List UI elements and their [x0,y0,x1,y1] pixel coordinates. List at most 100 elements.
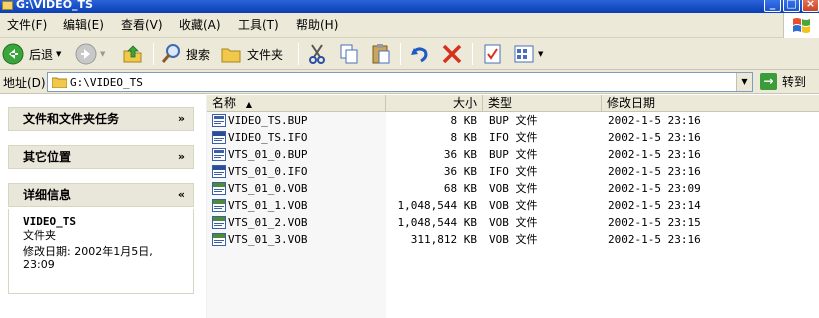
paste-button[interactable] [370,41,392,67]
copy-button[interactable] [338,41,360,67]
forward-arrow-icon [75,43,97,65]
file-type: VOB 文件 [489,233,538,246]
ifo-file-icon [212,131,226,144]
file-row[interactable]: VTS_01_2.VOB 1,048,544 KB VOB 文件 2002-1-5 2… [207,214,819,231]
minimize-button[interactable]: _ [764,0,781,12]
panel-other-places[interactable]: 其它位置 » [8,145,194,169]
cut-button[interactable] [306,41,328,67]
menu-file[interactable]: 文件(F) [3,17,51,34]
panel-details-title: 详细信息 [23,188,72,202]
column-modified[interactable]: 修改日期 [602,95,819,112]
file-modified: 2002-1-5 23:16 [608,165,701,178]
toolbar-separator [400,43,401,65]
file-type: BUP 文件 [489,148,538,161]
folder-icon [52,77,67,88]
go-arrow-icon: → [760,73,777,90]
file-size: 36 KB [443,165,477,178]
sort-up-icon: ▲ [245,100,252,109]
column-name[interactable]: 名称 ▲ [207,95,386,112]
file-row[interactable]: VTS_01_3.VOB 311,812 KB VOB 文件 2002-1-5 23:… [207,231,819,248]
file-size: 68 KB [443,182,477,195]
windows-logo-icon [783,13,819,38]
file-row[interactable]: VIDEO_TS.IFO 8 KB IFO 文件 2002-1-5 23:16 [207,129,819,146]
forward-button[interactable]: ▼ [75,41,105,67]
go-label: 转到 [782,75,807,89]
column-size-label: 大小 [452,96,477,110]
maximize-button[interactable]: □ [783,0,800,12]
file-modified: 2002-1-5 23:14 [608,199,701,212]
folder-icon [221,48,241,63]
toolbar-separator [472,43,473,65]
chevron-down-icon[interactable]: ▼ [56,50,61,58]
file-type: IFO 文件 [489,131,538,144]
panel-other-places-title: 其它位置 [23,150,72,164]
menu-edit[interactable]: 编辑(E) [59,17,108,34]
file-name: VTS_01_1.VOB [228,199,308,212]
file-type: BUP 文件 [489,114,538,127]
address-input[interactable]: G:\VIDEO_TS ▼ [47,72,753,92]
panel-details[interactable]: 详细信息 « [8,183,194,207]
file-row[interactable]: VTS_01_0.BUP 36 KB BUP 文件 2002-1-5 23:16 [207,146,819,163]
back-arrow-icon [2,43,24,65]
chevron-down-icon[interactable]: » [178,146,185,168]
file-row[interactable]: VTS_01_1.VOB 1,048,544 KB VOB 文件 2002-1-5 2… [207,197,819,214]
back-label: 后退 [29,47,54,62]
undo-button[interactable] [408,41,430,67]
file-name: VTS_01_0.IFO [228,165,308,178]
undo-icon [411,47,428,63]
search-button[interactable]: 搜索 [160,41,210,67]
ifo-file-icon [212,165,226,178]
vob-file-icon [212,199,226,212]
up-folder-button[interactable] [122,41,144,67]
vob-file-icon [212,233,226,246]
folders-button[interactable]: 文件夹 [220,41,283,67]
file-name: VTS_01_0.VOB [228,182,308,195]
column-type[interactable]: 类型 [483,95,602,112]
file-modified: 2002-1-5 23:16 [608,148,701,161]
file-modified: 2002-1-5 23:16 [608,233,701,246]
file-modified: 2002-1-5 23:16 [608,131,701,144]
file-type: IFO 文件 [489,165,538,178]
file-type: VOB 文件 [489,216,538,229]
details-body: VIDEO_TS 文件夹 修改日期: 2002年1月5日, 23:09 [8,209,194,294]
views-icon [514,45,534,63]
toolbar-separator [298,43,299,65]
views-button[interactable]: ▼ [513,41,543,67]
chevron-down-icon[interactable]: ▼ [538,50,543,58]
file-list: 名称 ▲ 大小 类型 修改日期 VIDEO_TS.BUP 8 KB BUP 文件 20… [206,95,819,318]
up-folder-icon [123,45,142,63]
file-row[interactable]: VTS_01_0.IFO 36 KB IFO 文件 2002-1-5 23:16 [207,163,819,180]
column-name-label: 名称 [212,96,237,110]
copy-icon [340,44,358,64]
toolbar-separator [153,43,154,65]
file-row[interactable]: VIDEO_TS.BUP 8 KB BUP 文件 2002-1-5 23:16 [207,112,819,129]
panel-file-tasks[interactable]: 文件和文件夹任务 » [8,107,194,131]
task-pane: 文件和文件夹任务 » 其它位置 » 详细信息 « VIDEO_TS 文件夹 修改… [0,95,206,318]
list-header: 名称 ▲ 大小 类型 修改日期 [207,95,819,112]
title-bar: G:\VIDEO_TS _ □ × [0,0,819,13]
go-button[interactable]: → 转到 [760,73,806,90]
menu-tools[interactable]: 工具(T) [234,17,283,34]
file-row[interactable]: VTS_01_0.VOB 68 KB VOB 文件 2002-1-5 23:09 [207,180,819,197]
properties-button[interactable] [482,41,504,67]
detail-type: 文件夹 [23,229,56,242]
chevron-up-icon[interactable]: « [178,184,185,206]
file-size: 8 KB [450,131,478,144]
back-button[interactable]: 后退 ▼ [2,41,61,67]
chevron-down-icon[interactable]: » [178,108,185,130]
address-bar: 地址(D) G:\VIDEO_TS ▼ → 转到 [0,70,819,94]
delete-button[interactable] [441,41,463,67]
chevron-down-icon[interactable]: ▼ [736,73,752,91]
chevron-down-icon[interactable]: ▼ [100,50,105,58]
menu-view[interactable]: 查看(V) [117,17,167,34]
menu-help[interactable]: 帮助(H) [292,17,342,34]
toolbar: 后退 ▼ ▼ 搜索 文件夹 ▼ [0,38,819,70]
menu-favorites[interactable]: 收藏(A) [175,17,225,34]
search-label: 搜索 [186,47,211,62]
file-name: VIDEO_TS.IFO [228,131,308,144]
close-button[interactable]: × [802,0,819,12]
delete-icon [442,44,462,64]
folders-label: 文件夹 [247,47,284,62]
address-label: 地址(D) [3,76,46,90]
column-size[interactable]: 大小 [386,95,483,112]
